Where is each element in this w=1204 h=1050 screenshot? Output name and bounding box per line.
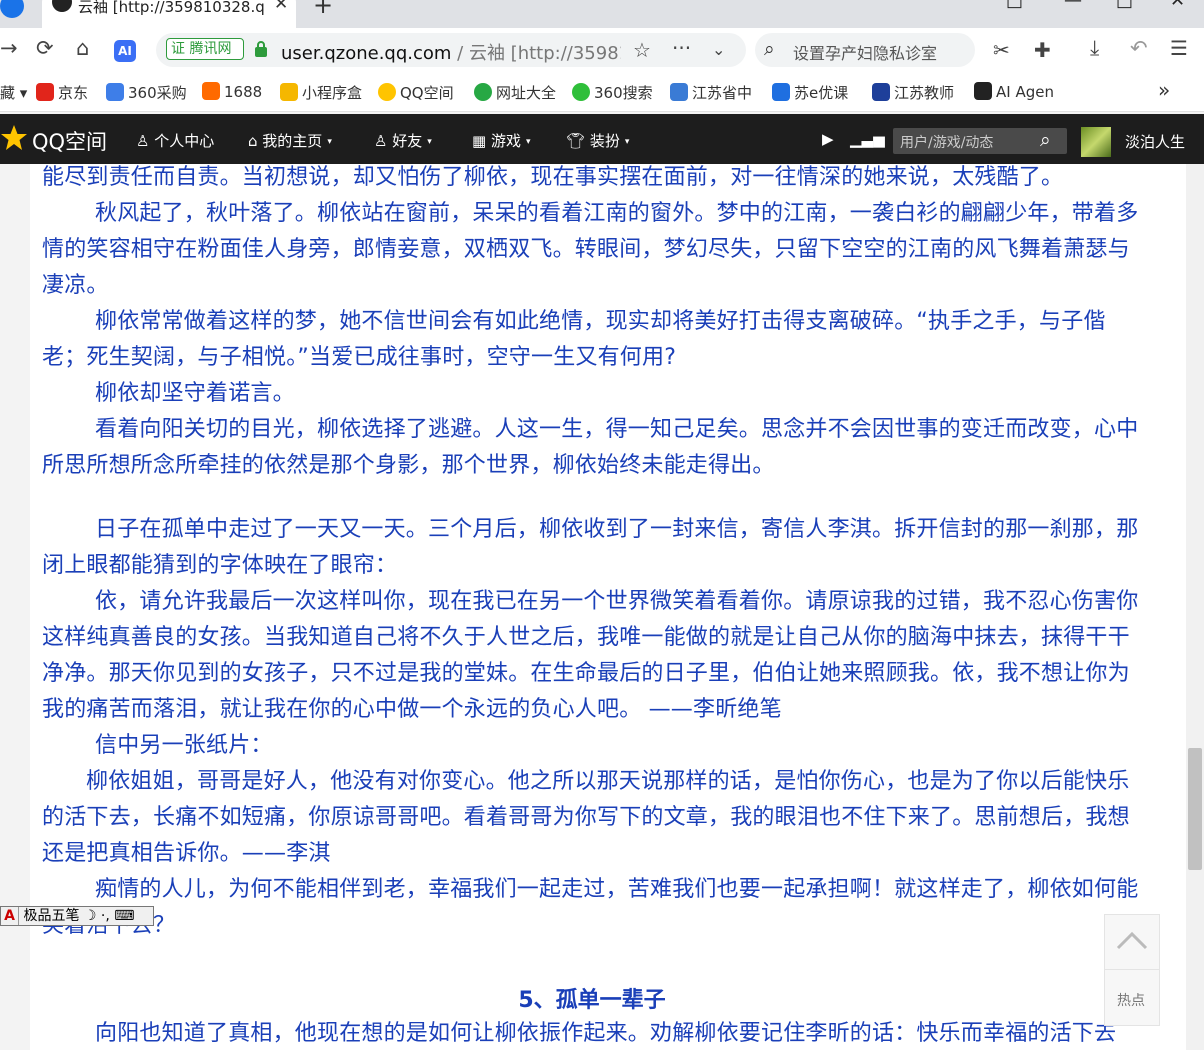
- caret-icon: ▾: [525, 137, 531, 147]
- nav-my-home[interactable]: ⌂ 我的主页 ▾: [248, 130, 332, 151]
- star-icon: [378, 83, 396, 101]
- qzone-star-icon[interactable]: [0, 124, 28, 152]
- bookmark-item[interactable]: 藏 ▾: [0, 82, 27, 103]
- chevron-down-icon[interactable]: ⌄: [712, 40, 725, 59]
- nav-personal-center[interactable]: ♙ 个人中心: [136, 130, 214, 151]
- menu-icon[interactable]: ☰: [1170, 36, 1188, 60]
- article-paragraph: 柳依常常做着这样的梦，她不信世间会有如此绝情，现实却将美好打击得支离破碎。“执手…: [42, 309, 1106, 370]
- article-paragraph: 秋风起了，秋叶落了。柳依站在窗前，呆呆的看着江南的窗外。梦中的江南，一袭白衫的翩…: [42, 201, 1139, 298]
- search-icon[interactable]: ⌕: [1040, 129, 1051, 151]
- search-input[interactable]: 设置孕产妇隐私诊室: [793, 40, 937, 64]
- window-minimize-icon[interactable]: —: [1064, 0, 1082, 11]
- teacher-icon: [872, 83, 890, 101]
- article-paragraph: 柳依姐姐，哥哥是好人，他没有对你变心。他之所以那天说那样的话，是怕你伤心，也是为…: [42, 769, 1130, 866]
- extension-icon[interactable]: ✚: [1034, 38, 1051, 62]
- url-host: user.qzone.qq.com: [281, 43, 452, 64]
- 1688-icon: [202, 82, 220, 100]
- tab-title: 云袖 [http://359810328.qzone.qq.com]: [78, 0, 264, 16]
- miniprogram-icon: [280, 83, 298, 101]
- keyboard-icon[interactable]: ⌨: [114, 908, 134, 924]
- cert-badge[interactable]: 证 腾讯网: [166, 38, 244, 60]
- star-icon[interactable]: ☆: [633, 38, 651, 62]
- bookmark-suyoke[interactable]: 苏e优课: [772, 82, 848, 103]
- article-paragraph: 日子在孤单中走过了一天又一天。三个月后，柳依收到了一封来信，寄信人李淇。拆开信封…: [42, 517, 1139, 578]
- bookmark-jiangsu-province[interactable]: 江苏省中: [670, 82, 752, 103]
- tab-close-button[interactable]: ✕: [274, 0, 288, 14]
- ai-icon[interactable]: AI: [114, 40, 136, 62]
- nav-friends[interactable]: ♙ 好友 ▾: [374, 130, 432, 151]
- cert-icon: 证: [171, 41, 190, 57]
- scissors-icon[interactable]: ✂: [993, 38, 1010, 62]
- play-icon[interactable]: ▶: [822, 130, 834, 148]
- bookmark-360-purchase[interactable]: 360采购: [106, 82, 187, 103]
- grid-icon: ▦: [472, 132, 491, 150]
- home-icon: ⌂: [248, 132, 263, 150]
- window-restore-icon[interactable]: □: [1006, 0, 1023, 11]
- browser-window: 云袖 [http://359810328.qzone.qq.com] ✕ + □…: [0, 0, 1204, 1050]
- jd-icon: [36, 83, 54, 101]
- shirt-icon: 👕︎: [566, 132, 590, 150]
- more-bookmarks-button[interactable]: »: [1158, 78, 1170, 102]
- new-tab-button[interactable]: +: [313, 0, 333, 19]
- scrollbar-track[interactable]: [1186, 164, 1204, 1050]
- signal-icon[interactable]: ▁▃▅: [850, 130, 885, 148]
- article-paragraph: 信中另一张纸片：: [95, 733, 273, 758]
- article-paragraph: 痴情的人儿，为何不能相伴到老，幸福我们一起走过，苦难我们也要一起承担啊！就这样走…: [42, 877, 1139, 938]
- ime-label: 极品五笔: [23, 908, 80, 924]
- username[interactable]: 淡泊人生: [1125, 131, 1204, 152]
- cert-label: 腾讯网: [189, 41, 232, 57]
- 360-search-icon: [572, 83, 590, 101]
- person-icon: ♙: [136, 132, 155, 150]
- hot-label: 热点: [1117, 993, 1145, 1009]
- qzone-search-input[interactable]: 用户/游戏/动态: [900, 132, 993, 152]
- home-icon[interactable]: ⌂: [76, 36, 89, 60]
- download-icon[interactable]: ⤓: [1090, 36, 1099, 61]
- ai-agent-icon: [974, 82, 992, 100]
- friends-icon: ♙: [374, 132, 393, 150]
- nav-games[interactable]: ▦ 游戏 ▾: [472, 130, 531, 151]
- bookmark-ai-agent[interactable]: AI Agen: [974, 82, 1056, 101]
- article-paragraph: 向阳也知道了真相，他现在想的是如何让柳依振作起来。劝解柳依要记住李昕的话：快乐而…: [95, 1021, 1117, 1046]
- bookmark-360-search[interactable]: 360搜索: [572, 82, 653, 103]
- article-paragraph: 柳依却坚守着诺言。: [95, 381, 295, 406]
- forward-icon[interactable]: →: [0, 36, 18, 60]
- bookmark-1688[interactable]: 1688: [202, 82, 262, 101]
- undo-icon[interactable]: ↶: [1130, 36, 1148, 60]
- article-paragraph: 依，请允许我最后一次这样叫你，现在我已在另一个世界微笑着看着你。请原谅我的过错，…: [42, 589, 1139, 722]
- reload-icon[interactable]: ⟳: [36, 36, 54, 60]
- nav-decorate[interactable]: 👕︎ 装扮 ▾: [566, 130, 629, 151]
- caret-icon: ▾: [427, 137, 432, 147]
- url-text[interactable]: user.qzone.qq.com / 云袖 [http://359810328…: [281, 39, 621, 65]
- lock-icon: [255, 41, 267, 57]
- window-maximize-icon[interactable]: □: [1116, 0, 1133, 11]
- bookmark-miniprogram[interactable]: 小程序盒: [280, 82, 362, 103]
- ime-toolbar[interactable]: A 极品五笔 ☽ ·, ⌨: [0, 906, 154, 926]
- punct-icon[interactable]: ·,: [101, 908, 110, 924]
- search-icon: ⌕: [764, 38, 775, 60]
- avatar[interactable]: [1081, 127, 1111, 157]
- qzone-logo-text[interactable]: QQ空间: [32, 126, 107, 156]
- plus-circle-icon: [474, 83, 492, 101]
- caret-icon: ▾: [327, 137, 332, 147]
- shield-icon: [670, 83, 688, 101]
- url-path: / 云袖 [http://359810328.qzone.qq.com]: [457, 43, 621, 64]
- bookmark-jiangsu-teacher[interactable]: 江苏教师: [872, 82, 954, 103]
- chevron-up-icon: [1116, 931, 1148, 950]
- section-title: 5、孤单一辈子: [518, 988, 666, 1013]
- bookmark-qzone[interactable]: QQ空间: [378, 82, 454, 103]
- caret-icon: ▾: [624, 137, 630, 147]
- scrollbar-thumb[interactable]: [1188, 748, 1202, 870]
- ime-mode-icon[interactable]: A: [1, 907, 19, 925]
- bookmark-jd[interactable]: 京东: [36, 82, 88, 103]
- bookmark-url-hub[interactable]: 网址大全: [474, 82, 556, 103]
- article-paragraph: 看着向阳关切的目光，柳依选择了逃避。人这一生，得一知己足矣。思念并不会因世事的变…: [42, 417, 1139, 478]
- moon-icon[interactable]: ☽: [84, 908, 97, 924]
- 360-icon: [106, 83, 124, 101]
- article-paragraph: 能尽到责任而自责。当初想说，却又怕伤了柳依，现在事实摆在面前，对一往情深的她来说…: [42, 165, 1064, 190]
- more-icon[interactable]: ···: [672, 36, 691, 60]
- window-close-icon[interactable]: ✕: [1170, 0, 1185, 11]
- k-icon: [772, 83, 790, 101]
